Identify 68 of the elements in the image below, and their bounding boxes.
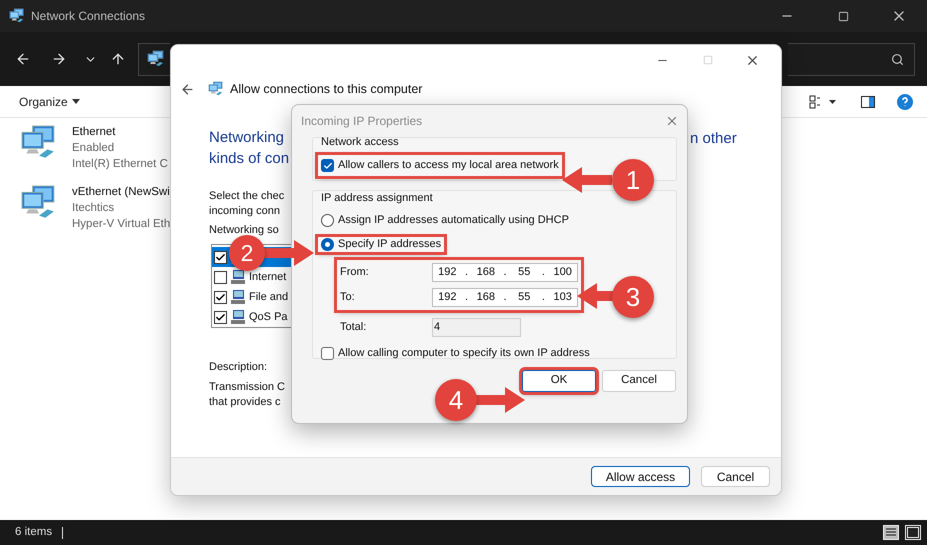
arrow-icon — [264, 240, 314, 266]
instruction-text: Select the chec — [209, 189, 286, 204]
connection-status: Enabled — [72, 141, 116, 156]
connection-device: Hyper-V Virtual Eth — [72, 217, 170, 232]
checkbox[interactable] — [214, 250, 227, 264]
wizard-heading: kinds of con — [209, 149, 290, 169]
computer-icon — [230, 309, 246, 325]
range-label: From: — [340, 265, 370, 280]
wizard-heading: Networking — [209, 128, 286, 148]
software-name: Internet — [249, 270, 286, 285]
description-text: Transmission C — [209, 380, 286, 395]
view-options-icon[interactable] — [809, 94, 837, 108]
checkbox[interactable] — [321, 159, 334, 172]
dialog-button[interactable]: Cancel — [602, 370, 676, 392]
radio-button[interactable] — [321, 238, 334, 251]
connection-name[interactable]: vEthernet (NewSwi — [72, 184, 170, 200]
dialog-button[interactable]: Allow access — [591, 466, 690, 487]
total-label: Total: — [340, 320, 368, 336]
maximize-icon — [702, 55, 712, 65]
radio-button[interactable] — [321, 214, 334, 227]
help-icon[interactable] — [897, 94, 913, 110]
software-name: File and — [249, 290, 288, 305]
arrow-icon — [475, 387, 525, 413]
dialog-button[interactable]: Cancel — [701, 466, 770, 487]
checkbox[interactable] — [321, 346, 334, 360]
range-label: To: — [340, 290, 356, 306]
checkbox[interactable] — [214, 310, 227, 324]
software-name: QoS Pa — [249, 310, 288, 325]
total-field: 4 — [432, 318, 521, 337]
arrow-icon — [562, 167, 612, 193]
maximize-icon[interactable] — [838, 10, 848, 22]
dropdown-caret-icon[interactable] — [72, 99, 80, 104]
search-field[interactable] — [788, 42, 915, 76]
window-title: Network Connections — [31, 8, 146, 25]
computer-icon — [230, 289, 246, 305]
description-label: Description: — [209, 360, 268, 375]
checkbox[interactable] — [214, 290, 227, 304]
connection-device: Intel(R) Ethernet C — [72, 157, 168, 172]
dialog-title: Incoming IP Properties — [301, 113, 422, 130]
network-computers-icon — [208, 81, 224, 97]
checkbox[interactable] — [214, 270, 227, 284]
address-bar[interactable] — [138, 42, 170, 76]
network-computers-icon — [9, 8, 25, 24]
connection-status: Itechtics — [72, 201, 116, 216]
connection-name[interactable]: Ethernet — [72, 124, 168, 140]
checkbox-label: Allow calling computer to specify its own IP address — [338, 346, 590, 361]
organize-menu[interactable]: Organize — [19, 92, 68, 110]
instruction-text: incoming conn — [209, 204, 281, 219]
forward-arrow-icon[interactable] — [51, 51, 67, 67]
software-label: Networking so — [209, 223, 280, 238]
wizard-heading: n other — [690, 130, 737, 147]
checkbox-label: Allow callers to access my local area network — [338, 158, 559, 174]
dialog-button[interactable]: OK — [522, 370, 596, 392]
search-icon[interactable] — [891, 52, 904, 66]
description-text: that provides c — [209, 395, 282, 410]
ip-address-field[interactable]: 192 . 168 . 55 . 103 — [432, 288, 578, 307]
details-view-icon[interactable] — [883, 525, 899, 540]
group-legend: Network access — [321, 136, 676, 149]
radio-label: Assign IP addresses automatically using DHCP — [338, 213, 569, 228]
wizard-title: Allow connections to this computer — [230, 80, 422, 98]
preview-pane-icon[interactable] — [861, 96, 875, 108]
tiles-view-icon[interactable] — [905, 525, 921, 540]
ip-address-field[interactable]: 192 . 168 . 55 . 100 — [432, 263, 578, 282]
item-count: 6 items — [15, 524, 52, 540]
computer-icon — [230, 269, 246, 285]
close-icon[interactable] — [665, 114, 679, 128]
radio-label: Specify IP addresses — [338, 237, 442, 252]
network-computers-icon — [147, 50, 165, 68]
